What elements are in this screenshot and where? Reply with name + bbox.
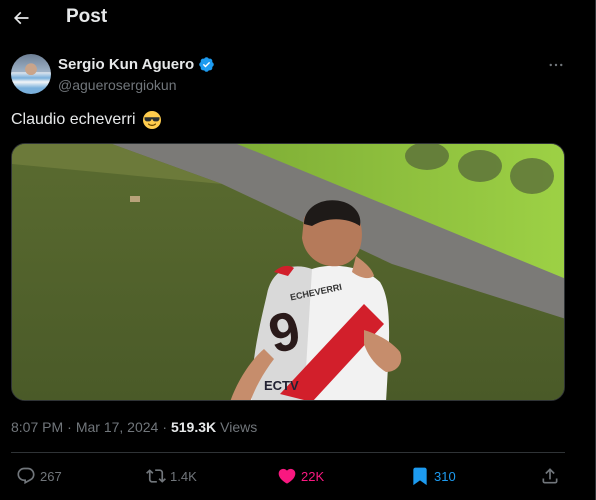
verified-badge-icon [199, 57, 214, 72]
post-header: Post [0, 0, 595, 38]
media-frame-illustration: 9 ECHEVERRI ECTV [12, 144, 564, 400]
arrow-left-icon [13, 11, 29, 25]
author-name[interactable]: Sergio Kun Aguero [58, 56, 194, 73]
jersey-sponsor-text: ECTV [264, 378, 299, 393]
repost-button[interactable]: 1.4K [146, 466, 197, 486]
share-button[interactable] [540, 466, 560, 486]
author-name-row[interactable]: Sergio Kun Aguero [58, 56, 215, 73]
reply-count: 267 [40, 468, 62, 484]
repost-icon [146, 469, 166, 483]
bookmark-filled-icon [413, 467, 427, 486]
bookmark-count: 310 [434, 468, 456, 484]
post-date[interactable]: Mar 17, 2024 [76, 419, 159, 435]
views-label: Views [220, 419, 258, 435]
more-options-button[interactable] [545, 56, 567, 74]
author-handle[interactable]: @aguerosergiokun [58, 77, 177, 93]
divider [11, 452, 565, 453]
reply-icon [17, 467, 35, 485]
views-count: 519.3K [170, 419, 217, 435]
bookmark-button[interactable]: 310 [410, 466, 456, 486]
share-icon [542, 468, 558, 484]
more-dots-icon [549, 63, 563, 67]
post-page: Post Sergio Kun Aguero @aguerosergiokun … [0, 0, 596, 500]
avatar[interactable] [11, 54, 51, 94]
like-button[interactable]: 22K [277, 466, 324, 486]
page-title: Post [66, 6, 108, 27]
meta-separator: · [67, 419, 72, 435]
tweet-text: Claudio echeverri [11, 110, 162, 130]
tweet-text-content: Claudio echeverri [11, 111, 136, 128]
action-bar: 267 1.4K 22K 310 [0, 462, 596, 492]
meta-separator: · [162, 419, 167, 435]
post-time[interactable]: 8:07 PM [11, 419, 63, 435]
tweet-media-video[interactable]: 9 ECHEVERRI ECTV [11, 143, 565, 401]
back-button[interactable] [8, 5, 34, 31]
reply-button[interactable]: 267 [16, 466, 62, 486]
like-count: 22K [301, 468, 325, 484]
repost-count: 1.4K [170, 468, 197, 484]
heart-filled-icon [278, 468, 296, 484]
post-meta: 8:07 PM · Mar 17, 2024 · 519.3K Views [11, 419, 257, 435]
sunglasses-emoji-icon [142, 111, 161, 129]
